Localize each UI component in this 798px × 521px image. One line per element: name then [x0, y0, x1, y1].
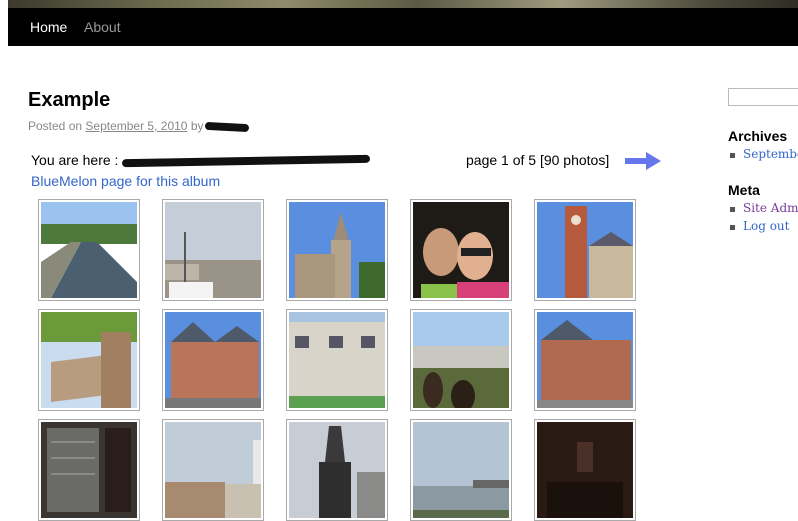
- photo-image: [289, 202, 385, 298]
- photo-thumbnail[interactable]: [410, 419, 512, 521]
- top-nav: Home About: [8, 8, 798, 46]
- log-out-link[interactable]: Log out: [743, 219, 789, 233]
- next-page-arrow-icon[interactable]: [624, 152, 662, 170]
- photo-thumbnail[interactable]: [410, 309, 512, 411]
- breadcrumb: You are here :: [31, 152, 371, 168]
- archives-heading: Archives: [728, 128, 788, 144]
- sidebar: Archives September Meta Site Admin Log o…: [728, 0, 798, 519]
- redacted-author: [204, 121, 249, 132]
- photo-image: [289, 422, 385, 518]
- photo-thumbnail[interactable]: [534, 419, 636, 521]
- photo-thumbnail[interactable]: [534, 199, 636, 301]
- meta-list: Site Admin Log out: [728, 201, 798, 237]
- search-input[interactable]: [728, 88, 798, 106]
- post-date-link[interactable]: September 5, 2010: [85, 119, 187, 133]
- photo-image: [537, 202, 633, 298]
- list-item: Log out: [728, 219, 798, 237]
- photo-thumbnail[interactable]: [38, 309, 140, 411]
- post-meta: Posted on September 5, 2010 by: [28, 119, 249, 133]
- you-are-here-label: You are here :: [31, 152, 119, 168]
- photo-thumbnail[interactable]: [38, 419, 140, 521]
- archives-list: September: [728, 147, 798, 165]
- nav-home[interactable]: Home: [30, 19, 67, 35]
- meta-heading: Meta: [728, 182, 760, 198]
- photo-image: [165, 312, 261, 408]
- list-item: Site Admin: [728, 201, 798, 219]
- photo-thumbnail[interactable]: [534, 309, 636, 411]
- photo-image: [41, 202, 137, 298]
- photo-thumbnail[interactable]: [286, 309, 388, 411]
- photo-thumbnail[interactable]: [162, 419, 264, 521]
- nav-about[interactable]: About: [84, 19, 121, 35]
- photo-thumbnail[interactable]: [286, 419, 388, 521]
- photo-image: [41, 312, 137, 408]
- photo-image: [413, 422, 509, 518]
- posted-on-label: Posted on: [28, 119, 83, 133]
- photo-image: [537, 312, 633, 408]
- photo-image: [165, 202, 261, 298]
- site-admin-link[interactable]: Site Admin: [743, 201, 798, 215]
- bluemelon-album-link[interactable]: BlueMelon page for this album: [31, 173, 220, 189]
- photo-thumbnail[interactable]: [162, 199, 264, 301]
- header-banner-image: [8, 0, 798, 8]
- photo-thumbnail[interactable]: [38, 199, 140, 301]
- photo-thumbnail[interactable]: [286, 199, 388, 301]
- photo-image: [41, 422, 137, 518]
- photo-image: [413, 202, 509, 298]
- redacted-path: [122, 155, 371, 168]
- list-item: September: [728, 147, 798, 165]
- photo-image: [537, 422, 633, 518]
- by-label: by: [190, 119, 204, 133]
- photo-thumbnail[interactable]: [410, 199, 512, 301]
- photo-image: [413, 312, 509, 408]
- pagination-info: page 1 of 5 [90 photos]: [466, 152, 610, 168]
- photo-image: [165, 422, 261, 518]
- archive-link-september[interactable]: September: [743, 147, 798, 161]
- photo-thumbnail[interactable]: [162, 309, 264, 411]
- post-title: Example: [28, 89, 111, 111]
- photo-image: [289, 312, 385, 408]
